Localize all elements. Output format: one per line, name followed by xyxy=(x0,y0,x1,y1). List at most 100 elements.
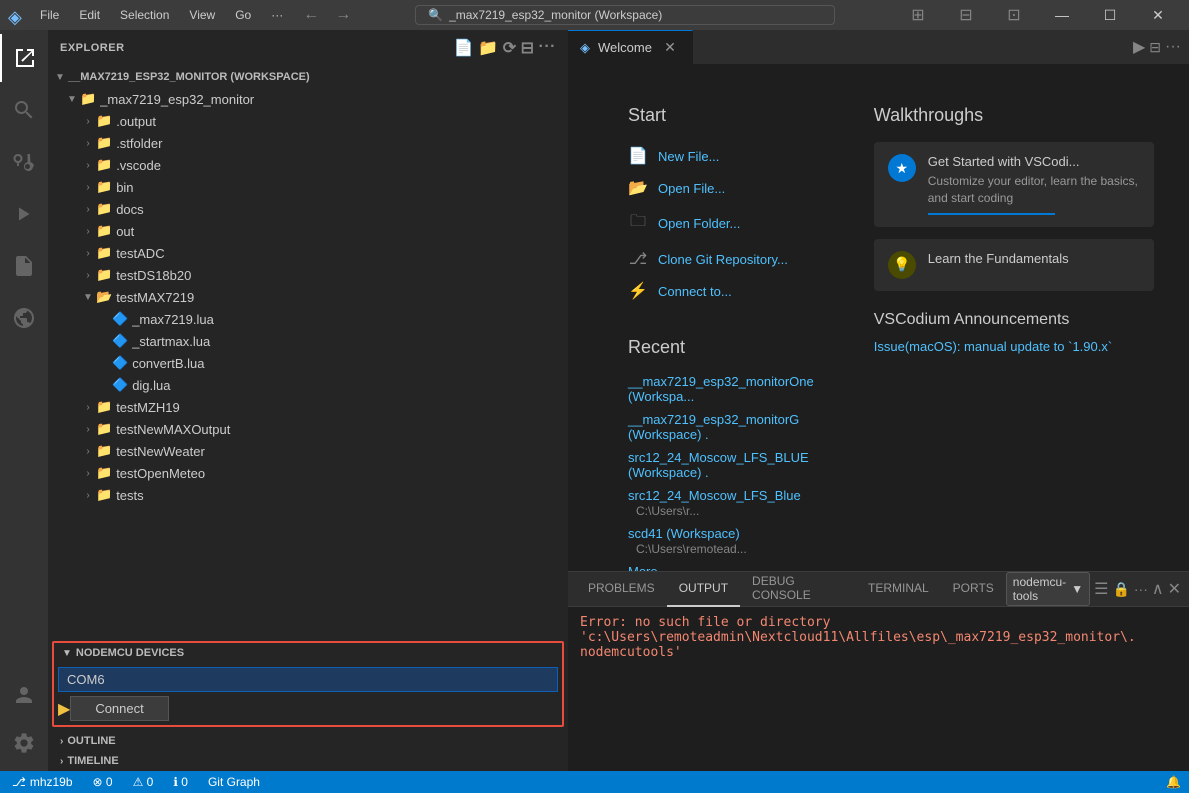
more-actions-icon[interactable]: ··· xyxy=(1165,38,1181,56)
layout-split-button[interactable]: ⊟ xyxy=(943,0,989,30)
welcome-columns: Start 📄 New File... 📂 Open File... 🗀 Ope… xyxy=(628,105,1129,571)
nodemcu-device-item[interactable]: COM6 xyxy=(58,667,558,692)
tab-welcome[interactable]: ◈ Welcome ✕ xyxy=(568,30,693,64)
source-control-activity-icon[interactable] xyxy=(0,138,48,186)
more-actions-icon[interactable]: ··· xyxy=(539,38,556,58)
panel-tab-debug-console[interactable]: DEBUG CONSOLE xyxy=(740,572,856,607)
split-editor-icon[interactable]: ⊟ xyxy=(1149,39,1161,56)
refresh-icon[interactable]: ⟳ xyxy=(503,38,517,58)
tree-item-testMAX7219[interactable]: ▼ 📂 testMAX7219 xyxy=(48,286,568,308)
collapse-icon[interactable]: ⊟ xyxy=(521,38,535,58)
outline-section[interactable]: › OUTLINE xyxy=(48,731,568,751)
tree-label: .vscode xyxy=(116,158,568,173)
menu-more[interactable]: ··· xyxy=(263,6,291,24)
maximize-button[interactable]: ☐ xyxy=(1087,0,1133,30)
accounts-activity-icon[interactable] xyxy=(0,671,48,719)
connect-button[interactable]: Connect xyxy=(70,696,168,721)
tree-item-tests[interactable]: › 📁 tests xyxy=(48,484,568,506)
more-panel-actions-icon[interactable]: ··· xyxy=(1134,581,1148,597)
menu-go[interactable]: Go xyxy=(227,6,259,24)
open-folder-action[interactable]: 🗀 Open Folder... xyxy=(628,206,814,241)
notifications-bell[interactable]: 🔔 xyxy=(1166,775,1181,789)
tree-item-max7219-lua[interactable]: 🔷 _max7219.lua xyxy=(48,308,568,330)
tree-item-startmax-lua[interactable]: 🔷 _startmax.lua xyxy=(48,330,568,352)
tree-item-vscode[interactable]: › 📁 .vscode xyxy=(48,154,568,176)
clear-output-icon[interactable]: ☰ xyxy=(1094,579,1108,599)
close-panel-icon[interactable]: ✕ xyxy=(1168,579,1181,599)
tab-close-button[interactable]: ✕ xyxy=(660,38,680,58)
minimize-button[interactable]: — xyxy=(1039,0,1085,30)
recent-item-2[interactable]: src12_24_Moscow_LFS_BLUE (Workspace) . xyxy=(628,450,814,480)
recent-item-4[interactable]: scd41 (Workspace) C:\Users\remotead... xyxy=(628,526,814,556)
tree-item-testDS18b20[interactable]: › 📁 testDS18b20 xyxy=(48,264,568,286)
warnings-item[interactable]: ⚠ 0 xyxy=(129,771,158,793)
errors-count: ⊗ 0 xyxy=(93,775,113,789)
tree-item-testOpenMeteo[interactable]: › 📁 testOpenMeteo xyxy=(48,462,568,484)
new-folder-icon[interactable]: 📁 xyxy=(478,38,498,58)
tree-item-testNewWeater[interactable]: › 📁 testNewWeater xyxy=(48,440,568,462)
tree-item-testMZH19[interactable]: › 📁 testMZH19 xyxy=(48,396,568,418)
folder-icon: 📁 xyxy=(80,91,96,107)
tree-item-max7219[interactable]: ▼ 📁 _max7219_esp32_monitor xyxy=(48,88,568,110)
workspace-root[interactable]: ▼ __MAX7219_ESP32_MONITOR (WORKSPACE) xyxy=(48,66,568,88)
recent-item-1[interactable]: __max7219_esp32_monitorG (Workspace) . xyxy=(628,412,814,442)
welcome-panel: Start 📄 New File... 📂 Open File... 🗀 Ope… xyxy=(568,65,1189,571)
search-activity-icon[interactable] xyxy=(0,86,48,134)
panel-tab-output[interactable]: OUTPUT xyxy=(667,572,740,607)
more-link[interactable]: More... xyxy=(628,564,814,571)
tree-label: docs xyxy=(116,202,568,217)
explorer-header: EXPLORER 📄 📁 ⟳ ⊟ ··· xyxy=(48,30,568,66)
tree-item-convertB-lua[interactable]: 🔷 convertB.lua xyxy=(48,352,568,374)
panel-tab-terminal[interactable]: TERMINAL xyxy=(856,572,941,607)
action-label: New File... xyxy=(658,149,719,164)
menu-view[interactable]: View xyxy=(181,6,223,24)
menu-edit[interactable]: Edit xyxy=(71,6,108,24)
walkthrough-fundamentals[interactable]: 💡 Learn the Fundamentals xyxy=(874,239,1154,291)
connect-to-action[interactable]: ⚡ Connect to... xyxy=(628,277,814,305)
tree-item-out[interactable]: › 📁 out xyxy=(48,220,568,242)
tree-item-dig-lua[interactable]: 🔷 dig.lua xyxy=(48,374,568,396)
menu-file[interactable]: File xyxy=(32,6,67,24)
output-source-dropdown[interactable]: nodemcu-tools ▼ xyxy=(1006,572,1090,606)
nav-forward-button[interactable]: → xyxy=(331,6,355,24)
info-count: ℹ 0 xyxy=(173,775,188,789)
tree-item-testADC[interactable]: › 📁 testADC xyxy=(48,242,568,264)
panel-tab-ports[interactable]: PORTS xyxy=(941,572,1006,607)
tree-item-testNewMAXOutput[interactable]: › 📁 testNewMAXOutput xyxy=(48,418,568,440)
tree-item-docs[interactable]: › 📁 docs xyxy=(48,198,568,220)
settings-activity-icon[interactable] xyxy=(0,719,48,767)
clone-git-action[interactable]: ⎇ Clone Git Repository... xyxy=(628,245,814,273)
folder-icon: 📁 xyxy=(96,113,112,129)
nav-back-button[interactable]: ← xyxy=(299,6,323,24)
recent-item-0[interactable]: __max7219_esp32_monitorOne (Workspa... xyxy=(628,374,814,404)
info-item[interactable]: ℹ 0 xyxy=(169,771,192,793)
layout-toggle-button[interactable]: ⊞ xyxy=(895,0,941,30)
search-bar[interactable]: 🔍 _max7219_esp32_monitor (Workspace) xyxy=(415,5,835,25)
new-file-action[interactable]: 📄 New File... xyxy=(628,142,814,170)
lock-icon[interactable]: 🔒 xyxy=(1112,581,1129,598)
git-graph-item[interactable]: Git Graph xyxy=(204,771,264,793)
panel-tab-problems[interactable]: PROBLEMS xyxy=(576,572,667,607)
menu-selection[interactable]: Selection xyxy=(112,6,177,24)
close-button[interactable]: ✕ xyxy=(1135,0,1181,30)
warnings-count: ⚠ 0 xyxy=(133,775,154,789)
errors-item[interactable]: ⊗ 0 xyxy=(89,771,117,793)
run-icon[interactable]: ▶ xyxy=(1133,37,1145,57)
layout-grid-button[interactable]: ⊡ xyxy=(991,0,1037,30)
remote-activity-icon[interactable] xyxy=(0,294,48,342)
git-branch-item[interactable]: ⎇ mhz19b xyxy=(8,771,77,793)
collapse-panel-icon[interactable]: ∧ xyxy=(1152,579,1164,599)
open-file-action[interactable]: 📂 Open File... xyxy=(628,174,814,202)
tree-item-output[interactable]: › 📁 .output xyxy=(48,110,568,132)
tree-item-bin[interactable]: › 📁 bin xyxy=(48,176,568,198)
extensions-activity-icon[interactable] xyxy=(0,242,48,290)
walkthrough-get-started[interactable]: ★ Get Started with VSCodi... Customize y… xyxy=(874,142,1154,227)
announcement-link[interactable]: Issue(macOS): manual update to `1.90.x` xyxy=(874,339,1154,354)
tree-item-stfolder[interactable]: › 📁 .stfolder xyxy=(48,132,568,154)
new-file-icon[interactable]: 📄 xyxy=(454,38,474,58)
timeline-section[interactable]: › TIMELINE xyxy=(48,751,568,771)
activity-bar xyxy=(0,30,48,771)
run-activity-icon[interactable] xyxy=(0,190,48,238)
recent-item-3[interactable]: src12_24_Moscow_LFS_Blue C:\Users\r... xyxy=(628,488,814,518)
explorer-activity-icon[interactable] xyxy=(0,34,48,82)
